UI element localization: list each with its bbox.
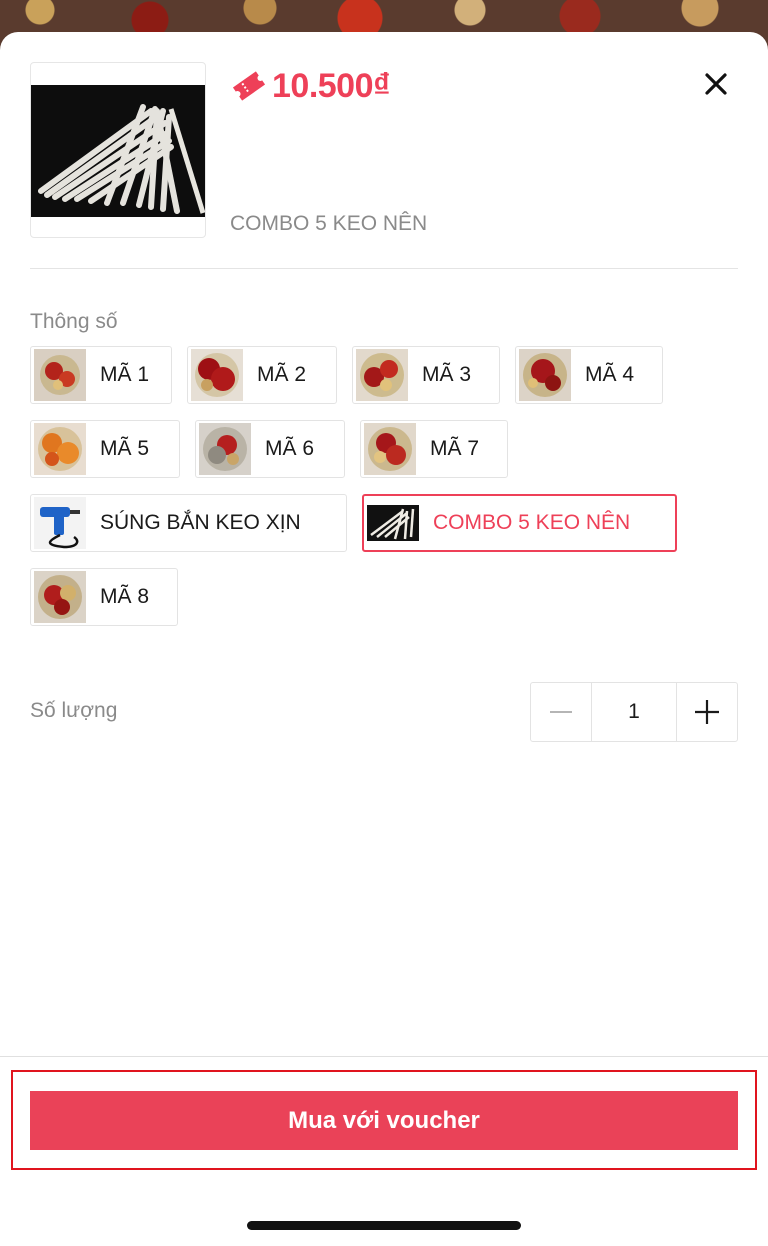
- option-thumbnail: [191, 349, 243, 401]
- spec-option-ma-1[interactable]: MÃ 1: [30, 346, 172, 404]
- home-indicator: [247, 1221, 521, 1230]
- spec-option-ma-5[interactable]: MÃ 5: [30, 420, 180, 478]
- quantity-input[interactable]: 1: [591, 683, 677, 741]
- spec-option-ma-4[interactable]: MÃ 4: [515, 346, 663, 404]
- option-label: MÃ 1: [100, 363, 150, 386]
- option-label: MÃ 8: [100, 585, 150, 608]
- spec-option-glue-gun[interactable]: SÚNG BẮN KEO XỊN: [30, 494, 347, 552]
- option-thumbnail: [364, 423, 416, 475]
- option-thumbnail: [367, 497, 419, 549]
- spec-option-ma-8[interactable]: MÃ 8: [30, 568, 178, 626]
- option-label: COMBO 5 KEO NÊN: [433, 511, 631, 534]
- spec-option-ma-7[interactable]: MÃ 7: [360, 420, 508, 478]
- footer-divider: [0, 1056, 768, 1057]
- plus-icon: [695, 700, 719, 724]
- decrease-quantity-button[interactable]: [531, 683, 591, 741]
- option-thumbnail: [199, 423, 251, 475]
- option-thumbnail: [34, 349, 86, 401]
- spec-option-combo-5-keo-nen[interactable]: COMBO 5 KEO NÊN: [362, 494, 677, 552]
- option-thumbnail: [34, 497, 86, 549]
- quantity-stepper: 1: [530, 682, 738, 742]
- option-label: MÃ 4: [585, 363, 635, 386]
- variant-bottom-sheet: 10.500₫ COMBO 5 KEO NÊN Thông số MÃ 1 MÃ…: [0, 32, 768, 1246]
- option-thumbnail: [356, 349, 408, 401]
- product-thumbnail: [30, 62, 206, 238]
- divider: [30, 268, 738, 269]
- spec-option-ma-3[interactable]: MÃ 3: [352, 346, 500, 404]
- selected-variant-name: COMBO 5 KEO NÊN: [230, 212, 428, 235]
- option-label: MÃ 6: [265, 437, 315, 460]
- quantity-label: Số lượng: [30, 699, 118, 722]
- option-thumbnail: [34, 423, 86, 475]
- option-label: SÚNG BẮN KEO XỊN: [100, 511, 301, 534]
- close-icon: [705, 73, 727, 95]
- ticket-icon: [230, 67, 268, 105]
- buy-with-voucher-button[interactable]: Mua với voucher: [30, 1091, 738, 1150]
- option-label: MÃ 5: [100, 437, 150, 460]
- option-thumbnail: [34, 571, 86, 623]
- increase-quantity-button[interactable]: [677, 683, 737, 741]
- price-row: 10.500₫: [230, 66, 390, 106]
- minus-icon: [550, 711, 572, 713]
- option-label: MÃ 7: [430, 437, 480, 460]
- product-price: 10.500₫: [272, 66, 390, 105]
- option-label: MÃ 2: [257, 363, 307, 386]
- close-button[interactable]: [698, 66, 734, 102]
- spec-option-ma-6[interactable]: MÃ 6: [195, 420, 345, 478]
- option-thumbnail: [519, 349, 571, 401]
- spec-option-ma-2[interactable]: MÃ 2: [187, 346, 337, 404]
- option-label: MÃ 3: [422, 363, 472, 386]
- spec-label: Thông số: [30, 310, 118, 333]
